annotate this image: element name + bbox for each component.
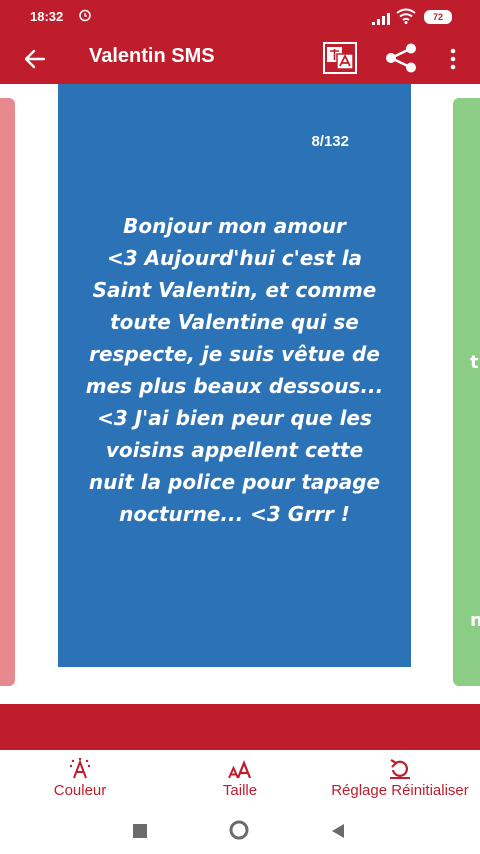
message-line: <3 Aujourd'hui c'est la [106,246,363,270]
status-time: 18:32 [30,9,64,24]
message-line: respecte, je suis vêtue de [89,342,380,366]
share-icon[interactable] [383,43,419,73]
previous-card-peek[interactable] [0,98,15,686]
system-nav-bar [0,806,480,854]
back-arrow-icon[interactable] [22,46,48,72]
battery-indicator: 72 [424,10,452,24]
reset-icon [388,758,412,780]
status-bar: 18:32 72 [0,0,480,34]
message-line: Saint Valentin, et comme [92,278,377,302]
message-line: Bonjour mon amour [123,214,346,238]
more-vertical-icon[interactable] [443,45,463,73]
translate-icon[interactable] [323,42,357,74]
next-card-text-fragment: t [470,352,479,373]
taille-button[interactable]: Taille [205,750,275,806]
message-line: nuit la police pour tapage [88,470,381,494]
card-carousel[interactable]: t n 8/132 Bonjour mon amour <3 Aujourd'h… [0,84,480,704]
message-line: <3 J'ai bien peur que les [97,406,372,430]
recent-apps-icon[interactable] [133,824,147,838]
couleur-button[interactable]: Couleur [35,750,125,806]
couleur-label: Couleur [53,782,107,799]
message-line: mes plus beaux dessous... [85,374,384,398]
bottom-toolbar: Couleur Taille Réglage Réinitialiser [0,750,480,806]
app-title: Valentin SMS [89,45,215,67]
color-palette-icon [68,757,92,780]
app-bar: Valentin SMS [0,34,480,84]
reset-label: Réglage Réinitialiser [331,782,469,799]
next-card-text-fragment: n [470,610,480,631]
message-text: Bonjour mon amour <3 Aujourd'hui c'est l… [68,210,401,530]
reset-button[interactable]: Réglage Réinitialiser [320,750,480,806]
home-icon[interactable] [229,820,249,840]
message-counter: 8/132 [311,133,349,150]
signal-icon [372,10,390,29]
taille-label: Taille [222,782,258,799]
nav-back-icon[interactable] [330,823,346,839]
message-card[interactable]: 8/132 Bonjour mon amour <3 Aujourd'hui c… [58,84,411,667]
alarm-icon [78,8,92,26]
message-line: voisins appellent cette [105,438,364,462]
ad-banner-area [0,704,480,750]
message-line: toute Valentine qui se [110,310,359,334]
message-line: nocturne... <3 Grrr ! [119,502,350,526]
wifi-icon [396,8,416,28]
text-size-icon [228,758,252,780]
next-card-peek[interactable]: t n [453,98,480,686]
